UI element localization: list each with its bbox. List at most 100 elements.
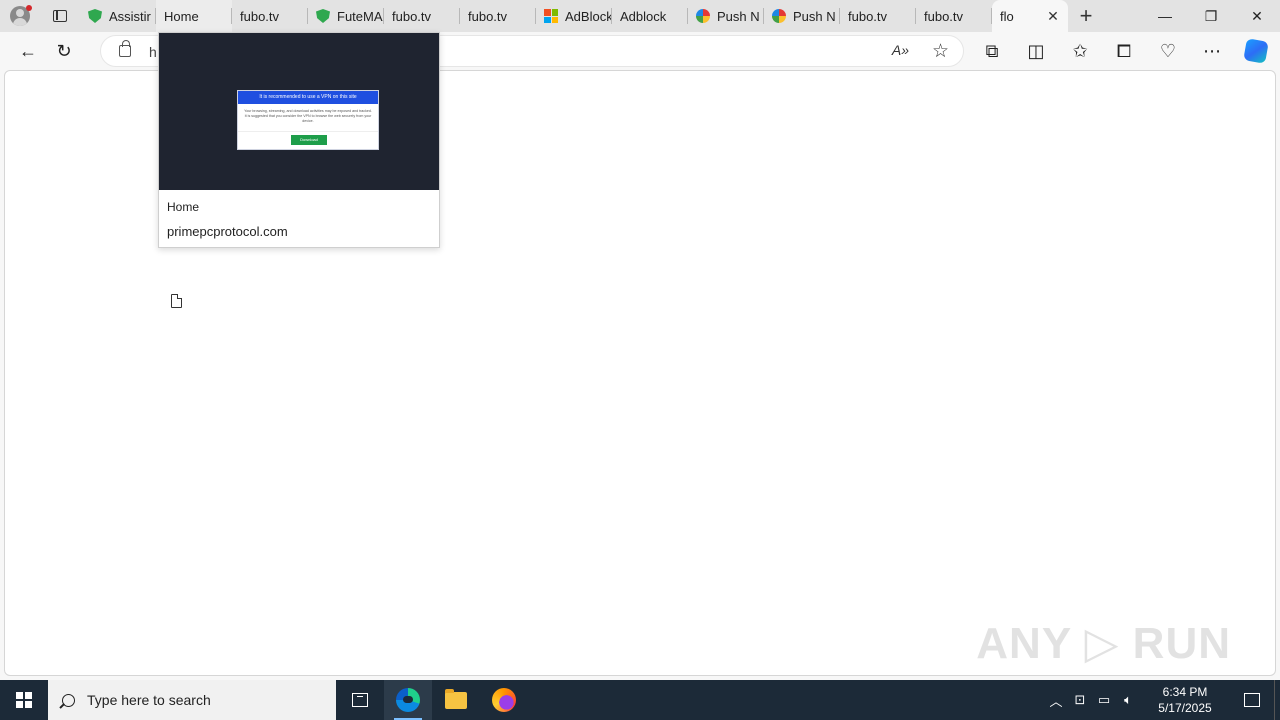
lock-icon[interactable] (119, 40, 131, 57)
search-icon (62, 693, 75, 707)
tab-assistir[interactable]: Assistir (80, 0, 156, 32)
shield-icon (316, 9, 330, 23)
tab-adblock[interactable]: Adblock (612, 0, 688, 32)
notification-icon (1244, 693, 1260, 707)
volume-icon[interactable]: 🔈︎ (1116, 692, 1140, 708)
search-placeholder: Type here to search (87, 692, 211, 708)
collections-button[interactable]: ⧠ (1106, 35, 1142, 67)
tab-label: Home (164, 8, 199, 24)
tab-fubo-2[interactable]: fubo.tv (384, 0, 460, 32)
tab-label: Push N (717, 8, 760, 24)
network-icon[interactable]: ▭ (1092, 692, 1116, 708)
system-tray: ︿ ⊡ ▭ 🔈︎ 6:34 PM 5/17/2025 (1044, 680, 1280, 720)
show-desktop-button[interactable] (1274, 680, 1280, 720)
back-arrow-icon: ← (19, 40, 37, 61)
window-controls: — ❐ ✕ (1142, 0, 1280, 32)
address-url[interactable]: h (149, 44, 157, 60)
taskbar-file-explorer[interactable] (432, 680, 480, 720)
edge-icon (396, 688, 420, 712)
restore-button[interactable]: ❐ (1188, 0, 1234, 32)
taskbar-edge[interactable] (384, 680, 432, 720)
notification-dot-icon (26, 5, 32, 11)
split-screen-button[interactable]: ◫ (1018, 35, 1054, 67)
folder-icon (445, 688, 467, 709)
start-button[interactable] (0, 680, 48, 720)
tab-label: fubo.tv (848, 8, 888, 24)
taskbar: Type here to search ︿ ⊡ ▭ 🔈︎ 6:34 PM 5/1… (0, 680, 1280, 720)
tab-fubo-4[interactable]: fubo.tv (840, 0, 916, 32)
profile-button[interactable] (0, 0, 40, 32)
tab-label: Push N (793, 8, 836, 24)
shield-icon (88, 9, 102, 23)
tab-fubo-1[interactable]: fubo.tv (232, 0, 308, 32)
tab-list: Assistir Home fubo.tv FuteMAX fubo.tv fu… (80, 0, 1068, 32)
tab-label: fubo.tv (240, 8, 280, 24)
rainbow-icon (696, 9, 710, 23)
favorites-button[interactable]: ✩ (1062, 35, 1098, 67)
extensions-button[interactable]: ⧉ (974, 35, 1010, 67)
tab-label: Assistir (109, 8, 151, 24)
close-tab-icon[interactable]: ✕ (1044, 8, 1062, 25)
back-button[interactable]: ← (10, 35, 46, 67)
tab-strip: Assistir Home fubo.tv FuteMAX fubo.tv fu… (0, 0, 1280, 32)
vpn-modal: It is recommended to use a VPN on this s… (237, 90, 379, 150)
tab-fubo-5[interactable]: fubo.tv (916, 0, 992, 32)
tab-label: AdBlock (565, 8, 612, 24)
windows-logo-icon (16, 692, 32, 708)
refresh-button[interactable]: ↻ (46, 35, 82, 67)
preview-site-label: primepcprotocol.com (167, 224, 288, 239)
preview-thumbnail: It is recommended to use a VPN on this s… (159, 33, 439, 190)
rainbow-icon (772, 9, 786, 23)
chevron-up-icon[interactable]: ︿ (1044, 691, 1068, 710)
settings-more-button[interactable]: ⋯ (1194, 35, 1230, 67)
preview-title: Home (167, 200, 200, 214)
notification-center-button[interactable] (1230, 693, 1274, 707)
tab-label: fubo.tv (468, 8, 508, 24)
tab-push-1[interactable]: Push N (688, 0, 764, 32)
toolbar-right-actions: ⧉ ◫ ✩ ⧠ ♡ ⋯ (974, 35, 1274, 67)
taskbar-firefox[interactable] (480, 680, 528, 720)
close-window-button[interactable]: ✕ (1234, 0, 1280, 32)
tab-adblock-ms[interactable]: AdBlock (536, 0, 612, 32)
puzzle-icon: ⧉ (985, 40, 999, 61)
task-view-button[interactable] (336, 680, 384, 720)
modal-text: Your browsing, streaming, and download a… (238, 104, 378, 132)
clock-date: 5/17/2025 (1158, 701, 1212, 715)
clock[interactable]: 6:34 PM 5/17/2025 (1140, 684, 1230, 716)
tab-label: flo (1000, 8, 1014, 24)
copilot-icon (1243, 38, 1269, 64)
tab-actions-icon (53, 10, 67, 22)
meet-now-icon[interactable]: ⊡ (1068, 692, 1092, 708)
favorite-star-icon[interactable]: ☆ (932, 40, 949, 63)
minimize-button[interactable]: — (1142, 0, 1188, 32)
heart-pulse-icon: ♡ (1159, 40, 1177, 61)
modal-heading: It is recommended to use a VPN on this s… (238, 91, 378, 104)
tab-home[interactable]: Home (156, 0, 232, 32)
modal-download-button: Download (291, 135, 327, 145)
favorites-icon: ✩ (1072, 40, 1088, 61)
copilot-button[interactable] (1238, 35, 1274, 67)
taskbar-search-box[interactable]: Type here to search (48, 680, 336, 720)
tab-active[interactable]: flo ✕ (992, 0, 1068, 32)
split-screen-icon: ◫ (1027, 40, 1045, 61)
microsoft-icon (544, 9, 558, 23)
browser-essentials-button[interactable]: ♡ (1150, 35, 1186, 67)
more-dots-icon: ⋯ (1203, 40, 1221, 61)
read-aloud-icon[interactable]: A» (892, 42, 909, 58)
tab-fubo-3[interactable]: fubo.tv (460, 0, 536, 32)
tab-label: Adblock (620, 8, 667, 24)
refresh-icon: ↻ (56, 40, 72, 61)
anyrun-watermark: ANY ▷ RUN (976, 619, 1231, 668)
tab-label: fubo.tv (392, 8, 432, 24)
page-icon (171, 294, 182, 308)
preview-site: primepcprotocol.com (167, 224, 288, 308)
tab-hover-preview[interactable]: It is recommended to use a VPN on this s… (158, 32, 440, 308)
tab-actions-button[interactable] (40, 0, 80, 32)
tab-label: fubo.tv (924, 8, 964, 24)
new-tab-button[interactable]: + (1068, 0, 1104, 32)
clock-time: 6:34 PM (1162, 685, 1208, 699)
tab-futemax[interactable]: FuteMAX (308, 0, 384, 32)
tab-push-2[interactable]: Push N (764, 0, 840, 32)
tab-label: FuteMAX (337, 8, 384, 24)
firefox-icon (492, 688, 516, 712)
